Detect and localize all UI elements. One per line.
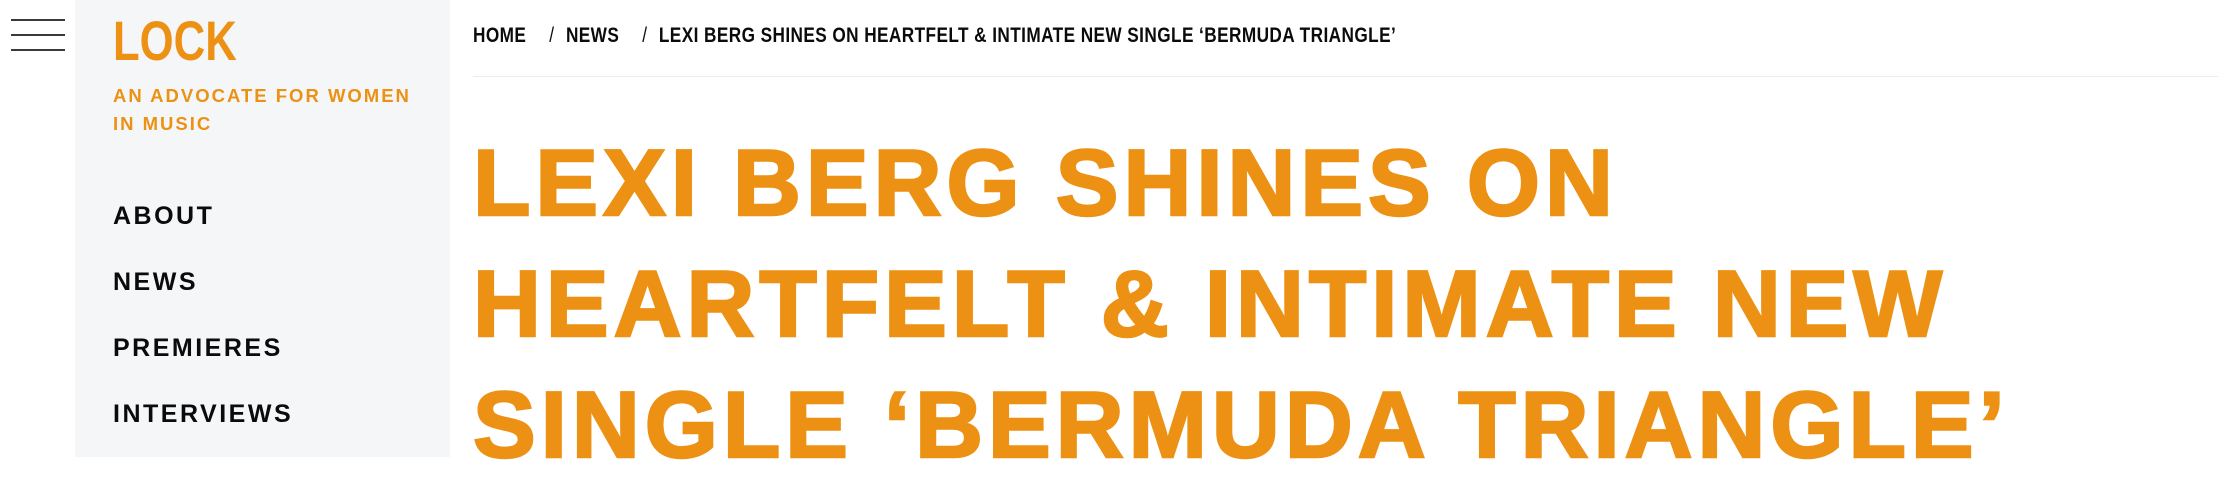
breadcrumb-current: LEXI BERG SHINES ON HEARTFELT & INTIMATE… bbox=[658, 24, 1397, 47]
hamburger-menu-icon[interactable] bbox=[11, 19, 65, 51]
nav-item-interviews[interactable]: INTERVIEWS bbox=[113, 394, 293, 460]
header-divider bbox=[473, 76, 2218, 77]
site-tagline: AN ADVOCATE FOR WOMEN IN MUSIC bbox=[113, 85, 411, 134]
nav-item-about[interactable]: ABOUT bbox=[113, 196, 293, 262]
nav-item-premieres[interactable]: PREMIERES bbox=[113, 328, 293, 394]
breadcrumb-home-link[interactable]: HOME bbox=[473, 24, 526, 48]
menu-bar-middle bbox=[11, 34, 65, 36]
breadcrumb: HOME / NEWS / LEXI BERG SHINES ON HEARTF… bbox=[473, 20, 1396, 52]
breadcrumb-separator: / bbox=[549, 24, 555, 47]
sidebar-nav: ABOUT NEWS PREMIERES INTERVIEWS bbox=[113, 196, 293, 460]
article-title: LEXI BERG SHINES ON HEARTFELT & INTIMATE… bbox=[472, 129, 2010, 479]
menu-bar-top bbox=[11, 19, 65, 21]
menu-bar-bottom bbox=[11, 49, 65, 51]
breadcrumb-separator: / bbox=[642, 24, 648, 47]
breadcrumb-news-link[interactable]: NEWS bbox=[566, 24, 619, 48]
site-logo[interactable]: LOCK bbox=[113, 6, 237, 76]
nav-item-news[interactable]: NEWS bbox=[113, 262, 293, 328]
sidebar: LOCK AN ADVOCATE FOR WOMEN IN MUSIC ABOU… bbox=[75, 0, 450, 457]
